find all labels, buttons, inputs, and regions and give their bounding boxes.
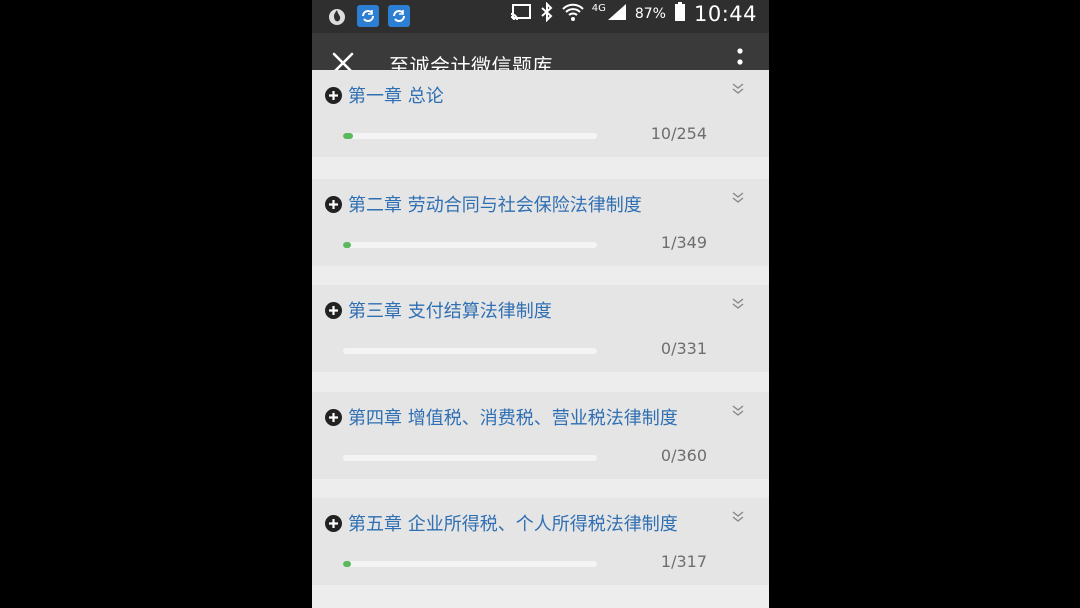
chevron-double-down-icon[interactable]	[731, 191, 745, 205]
signal-icon	[607, 3, 627, 25]
expand-plus-icon[interactable]	[325, 301, 342, 319]
chapter-count: 1/349	[660, 233, 707, 252]
sync-app-icon	[357, 5, 379, 27]
chapter-progress-bar	[343, 455, 597, 461]
chapter-header[interactable]: 第一章 总论	[325, 82, 444, 108]
chevron-double-down-icon[interactable]	[731, 404, 745, 418]
chapter-progress-bar	[343, 133, 597, 139]
chapter-progress-bar	[343, 242, 597, 248]
network-type: 4G	[591, 2, 606, 14]
phone-screen: 4G 87% 10:44 至诚会计微信题库 第一章 总论 10/254 第二章 …	[312, 0, 769, 608]
chapter-count: 0/331	[660, 339, 707, 358]
clock: 10:44	[693, 2, 757, 26]
flame-app-icon	[326, 5, 348, 27]
chapter-title[interactable]: 第一章 总论	[348, 82, 444, 108]
chapter-progress-fill	[343, 133, 353, 139]
chapter-title[interactable]: 第五章 企业所得税、个人所得税法律制度	[348, 510, 678, 536]
sync-app-icon	[388, 5, 410, 27]
chapter-progress-bar	[343, 348, 597, 354]
chapter-card[interactable]: 第二章 劳动合同与社会保险法律制度 1/349	[312, 179, 769, 266]
chapter-progress-fill	[343, 242, 351, 248]
status-bar: 4G 87% 10:44	[312, 0, 769, 33]
chevron-double-down-icon[interactable]	[731, 510, 745, 524]
chapter-count: 10/254	[650, 124, 707, 143]
expand-plus-icon[interactable]	[325, 514, 342, 532]
expand-plus-icon[interactable]	[325, 195, 342, 213]
chapter-title[interactable]: 第三章 支付结算法律制度	[348, 297, 552, 323]
chapter-progress-bar	[343, 561, 597, 567]
battery-percent: 87%	[634, 6, 666, 22]
notification-icons	[326, 5, 410, 27]
chevron-double-down-icon[interactable]	[731, 297, 745, 311]
cast-icon	[510, 3, 532, 25]
chapter-title[interactable]: 第四章 增值税、消费税、营业税法律制度	[348, 404, 678, 430]
chapter-header[interactable]: 第五章 企业所得税、个人所得税法律制度	[325, 510, 678, 536]
chapter-count: 1/317	[660, 552, 707, 571]
chapter-header[interactable]: 第四章 增值税、消费税、营业税法律制度	[325, 404, 678, 430]
chapter-progress-fill	[343, 561, 351, 567]
bluetooth-icon	[540, 1, 554, 26]
chapter-card[interactable]: 第四章 增值税、消费税、营业税法律制度 0/360	[312, 392, 769, 479]
system-icons: 4G 87% 10:44	[510, 1, 757, 26]
wifi-icon	[562, 3, 584, 25]
chapter-header[interactable]: 第三章 支付结算法律制度	[325, 297, 552, 323]
chevron-double-down-icon[interactable]	[731, 82, 745, 96]
chapter-header[interactable]: 第二章 劳动合同与社会保险法律制度	[325, 191, 642, 217]
expand-plus-icon[interactable]	[325, 408, 342, 426]
chapter-card[interactable]: 第三章 支付结算法律制度 0/331	[312, 285, 769, 372]
chapter-count: 0/360	[660, 446, 707, 465]
chapter-card[interactable]: 第一章 总论 10/254	[312, 70, 769, 157]
expand-plus-icon[interactable]	[325, 86, 342, 104]
chapter-card[interactable]: 第五章 企业所得税、个人所得税法律制度 1/317	[312, 498, 769, 585]
battery-icon	[674, 2, 686, 26]
chapter-title[interactable]: 第二章 劳动合同与社会保险法律制度	[348, 191, 642, 217]
